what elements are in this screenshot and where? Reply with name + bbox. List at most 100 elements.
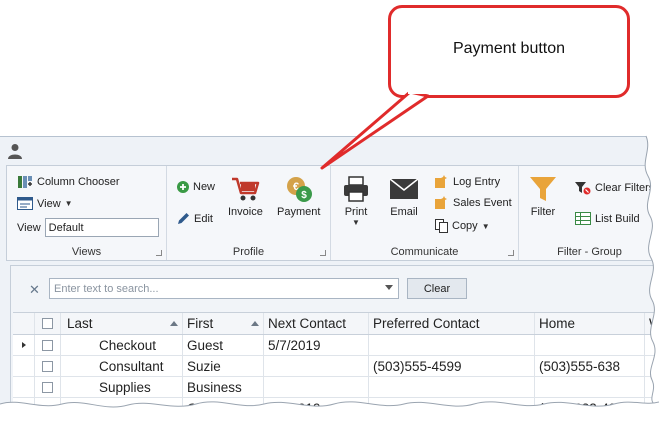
column-chooser-label: Column Chooser [37,176,120,188]
row-checkbox[interactable] [42,339,53,351]
cell-work[interactable] [645,335,659,355]
row-checkbox-cell[interactable] [35,335,61,355]
column-chooser-icon [18,176,32,188]
cell-work[interactable] [645,377,659,397]
cell-home[interactable]: (503)555-638 [535,356,645,376]
copy-icon [435,219,448,233]
column-header-home[interactable]: Home [535,313,645,334]
print-label: Print [344,206,368,218]
row-checkbox[interactable] [42,381,53,393]
column-header-first-label: First [187,316,214,331]
select-all-checkbox[interactable] [42,318,53,329]
view-input[interactable] [44,218,159,237]
search-input[interactable] [49,278,399,299]
payment-callout: Payment button [388,5,630,98]
column-header-preferred-contact[interactable]: Preferred Contact [369,313,535,334]
copy-label: Copy [452,220,478,232]
cell-first[interactable]: Suzie [183,356,264,376]
plus-icon [177,181,189,193]
column-header-first[interactable]: First [183,313,264,334]
list-builder-icon [575,212,591,225]
new-label: New [193,181,216,193]
cell-last[interactable] [61,398,183,418]
copy-chevron-down-icon: ▼ [481,221,490,231]
view-dropdown-button[interactable]: View ▼ [17,197,73,210]
close-icon[interactable]: ✕ [29,282,40,298]
cell-next-contact[interactable]: 8/6/2019 [264,398,369,418]
row-checkbox-cell[interactable] [35,377,61,397]
list-builder-button[interactable]: List Build [575,212,640,225]
column-header-preferred-contact-label: Preferred Contact [373,316,480,331]
invoice-button[interactable]: Invoice [228,172,263,218]
filter-button[interactable]: Filter [529,172,557,218]
column-header-last-label: Last [67,316,93,331]
cell-preferred-contact[interactable] [369,335,535,355]
sales-event-icon [435,196,447,209]
row-checkbox[interactable] [42,360,53,372]
cell-home[interactable]: (297) 633-435 [535,398,645,418]
user-icon[interactable] [8,143,22,159]
log-entry-icon [435,175,447,188]
row-indicator [13,398,35,418]
cell-next-contact[interactable] [264,356,369,376]
cell-first[interactable]: Business [183,377,264,397]
table-row[interactable]: Supplies Business [13,377,659,398]
views-dialog-launcher-icon[interactable] [156,250,162,256]
email-label: Email [390,206,418,218]
profile-group-label: Profile [232,246,265,258]
new-button[interactable]: New [177,181,215,193]
cell-work[interactable] [645,398,659,418]
select-all-checkbox-cell[interactable] [35,313,61,334]
view-dropdown-label: View [37,197,61,210]
print-button[interactable]: Print ▼ [341,172,371,227]
row-checkbox-cell[interactable] [35,398,61,418]
view-selector: View [17,218,159,237]
profile-dialog-launcher-icon[interactable] [320,250,326,256]
payment-button[interactable]: € $ Payment [277,172,320,218]
column-header-last[interactable]: Last [61,313,183,334]
cell-last[interactable]: Supplies [61,377,183,397]
view-icon [17,197,33,210]
row-indicator [13,335,35,355]
log-entry-button[interactable]: Log Entry [435,175,500,188]
column-chooser-button[interactable]: Column Chooser [17,175,120,189]
column-header-next-contact[interactable]: Next Contact [264,313,369,334]
cell-preferred-contact[interactable] [369,377,535,397]
clear-filters-button[interactable]: Clear Filters [575,181,654,195]
invoice-label: Invoice [228,206,263,218]
cell-last[interactable]: Consultant [61,356,183,376]
cell-next-contact[interactable]: 5/7/2019 [264,335,369,355]
log-entry-label: Log Entry [453,175,501,188]
sales-event-button[interactable]: Sales Event [435,196,512,209]
cell-preferred-contact[interactable] [369,398,535,418]
table-row[interactable]: Checkout Guest 5/7/2019 [13,335,659,356]
funnel-icon [530,177,556,201]
list-builder-label: List Build [595,212,640,225]
table-row[interactable]: Carly 8/6/2019 (297) 633-435 [13,398,659,419]
row-indicator [13,356,35,376]
clear-search-button[interactable]: Clear [407,278,467,299]
row-checkbox-cell[interactable] [35,356,61,376]
column-header-home-label: Home [539,316,576,331]
copy-button[interactable]: Copy ▼ [435,219,490,233]
cell-work[interactable] [645,356,659,376]
search-dropdown-icon[interactable] [385,285,393,290]
table-row[interactable]: Consultant Suzie (503)555-4599 (503)555-… [13,356,659,377]
chevron-down-icon: ▼ [64,199,73,208]
payment-coins-icon: € $ [286,177,312,202]
communicate-dialog-launcher-icon[interactable] [508,250,514,256]
cell-first[interactable]: Carly [183,398,264,418]
callout-text: Payment button [452,39,566,57]
cell-next-contact[interactable] [264,377,369,397]
current-row-icon [21,342,26,348]
cell-home[interactable] [535,335,645,355]
cell-preferred-contact[interactable]: (503)555-4599 [369,356,535,376]
cell-home[interactable] [535,377,645,397]
cell-last[interactable]: Checkout [61,335,183,355]
edit-button[interactable]: Edit [177,212,213,225]
email-button[interactable]: Email [389,172,419,218]
column-header-work[interactable]: W [645,313,659,334]
print-chevron-down-icon: ▼ [352,218,360,227]
cell-first[interactable]: Guest [183,335,264,355]
content-area: ✕ Clear Last First Next Contact Preferre… [10,265,659,431]
